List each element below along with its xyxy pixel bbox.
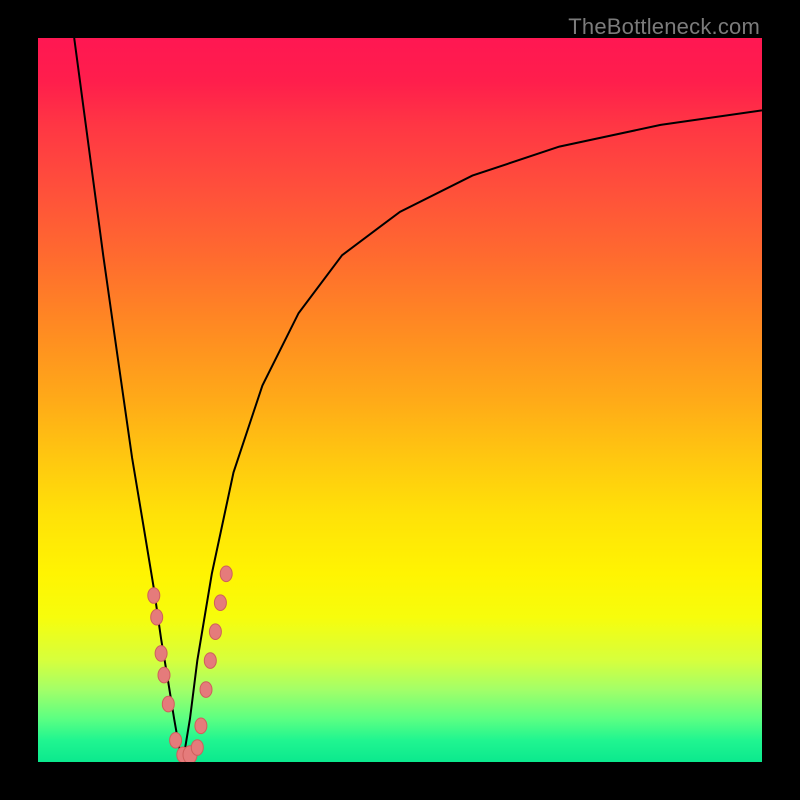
data-marker [148, 588, 160, 604]
chart-svg [38, 38, 762, 762]
watermark-text: TheBottleneck.com [568, 14, 760, 40]
plot-area [38, 38, 762, 762]
data-marker [162, 696, 174, 712]
data-marker [195, 718, 207, 734]
data-markers [148, 566, 232, 762]
data-marker [151, 609, 163, 625]
data-marker [204, 653, 216, 669]
data-marker [158, 667, 170, 683]
data-marker [220, 566, 232, 582]
curve-right [183, 110, 762, 762]
data-marker [209, 624, 221, 640]
data-marker [155, 646, 167, 662]
data-marker [214, 595, 226, 611]
chart-frame: TheBottleneck.com [0, 0, 800, 800]
data-marker [191, 740, 203, 756]
data-marker [200, 682, 212, 698]
data-marker [170, 733, 182, 749]
